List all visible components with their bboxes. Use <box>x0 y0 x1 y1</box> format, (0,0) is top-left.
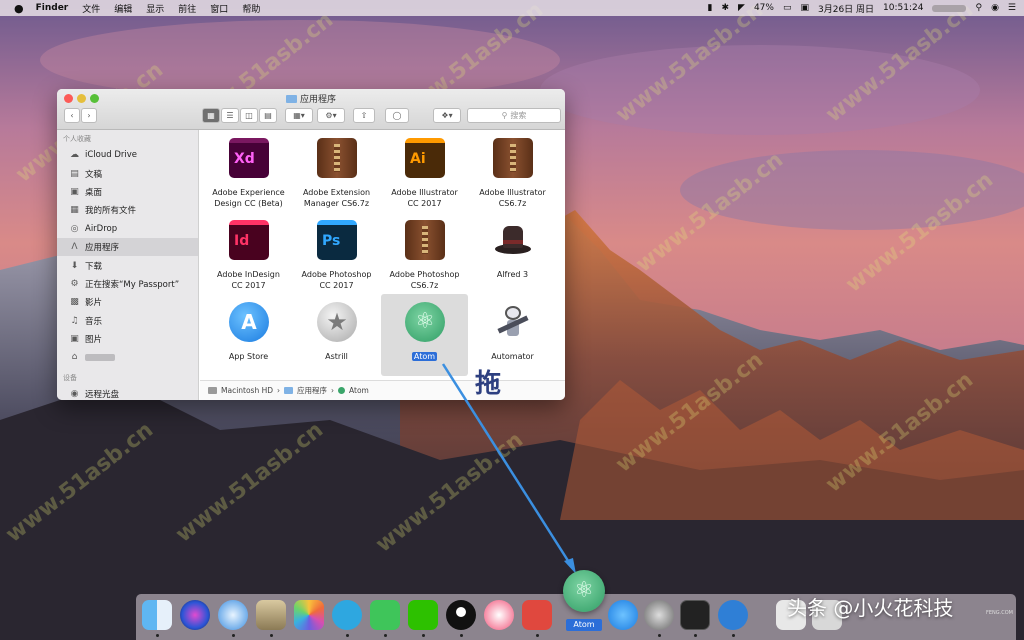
messages-bubble-dock-icon[interactable] <box>332 600 362 630</box>
terminal-dock-icon[interactable] <box>680 600 710 630</box>
bookmark-app-dock-icon[interactable] <box>522 600 552 630</box>
photos-dock-icon[interactable] <box>294 600 324 630</box>
mail-stamp-dock-icon[interactable] <box>256 600 286 630</box>
siri-dock-icon[interactable] <box>180 600 210 630</box>
itunes-music-dock-icon[interactable] <box>484 600 514 630</box>
safari-dock-icon[interactable] <box>218 600 248 630</box>
facetime-dock-icon[interactable] <box>370 600 400 630</box>
app-store-dock-icon[interactable] <box>608 600 638 630</box>
brand-watermark: 头条 @小火花科技 <box>787 596 954 620</box>
drag-arrow <box>441 363 576 574</box>
qq-penguin-dock-icon[interactable] <box>446 600 476 630</box>
feng-watermark: FENG.COM <box>986 610 1013 616</box>
atom-glyph-icon: ⚛ <box>574 578 594 603</box>
finder-dock-icon[interactable] <box>142 600 172 630</box>
markdown-dock-icon[interactable] <box>718 600 748 630</box>
drag-annotation: 拖 <box>475 369 502 399</box>
wechat-dock-icon[interactable] <box>408 600 438 630</box>
system-preferences-gear-dock-icon[interactable] <box>644 600 674 630</box>
atom-dock-label: Atom <box>566 619 602 631</box>
